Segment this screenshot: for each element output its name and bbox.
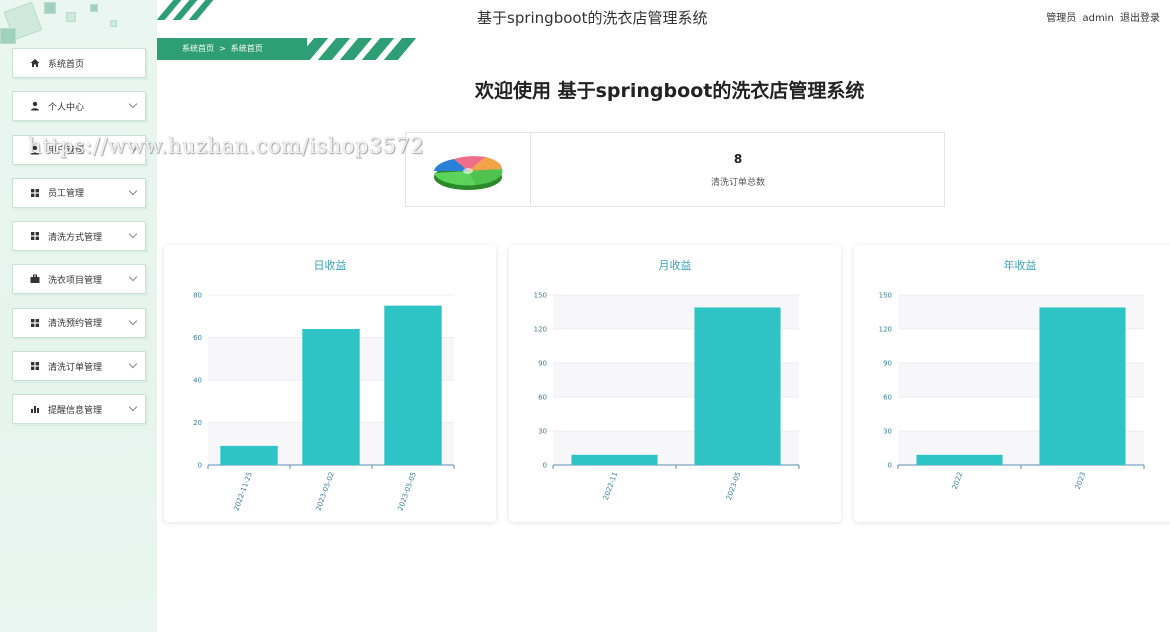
chevron-down-icon xyxy=(128,186,138,196)
sidebar-item-8[interactable]: 清洗订单管理 xyxy=(12,351,146,382)
sidebar-item-label: 清洗预约管理 xyxy=(48,319,103,330)
system-title: 基于springboot的洗衣店管理系统 xyxy=(477,9,708,27)
x-tick-label: 2022 xyxy=(951,471,965,490)
y-tick-label: 60 xyxy=(883,394,892,402)
grid-icon xyxy=(29,230,41,242)
chevron-down-icon xyxy=(128,229,138,239)
y-tick-label: 60 xyxy=(538,394,547,402)
sidebar-menu: 系统首页 个人中心 用户管理 员工管理 清洗方式管理 洗衣项目管理 清洗预约管理 清洗订单管理… xyxy=(12,48,146,438)
y-tick-label: 120 xyxy=(534,326,547,334)
sidebar-item-label: 洗衣项目管理 xyxy=(48,275,103,286)
sidebar-item-4[interactable]: 员工管理 xyxy=(12,177,146,208)
y-tick-label: 30 xyxy=(538,428,547,436)
grid-icon xyxy=(29,360,41,372)
bar xyxy=(220,445,278,465)
chart-title: 日收益 xyxy=(314,258,347,272)
breadcrumb-home[interactable]: 系统首页 xyxy=(182,44,214,53)
sidebar: 系统首页 个人中心 用户管理 员工管理 清洗方式管理 洗衣项目管理 清洗预约管理 清洗订单管理… xyxy=(0,0,157,632)
y-tick-label: 120 xyxy=(879,326,892,334)
logout-button[interactable]: 退出登录 xyxy=(1120,13,1160,24)
bar xyxy=(571,454,658,465)
y-tick-label: 150 xyxy=(879,292,892,300)
y-tick-label: 30 xyxy=(883,428,892,436)
x-tick-label: 2023-05-02 xyxy=(314,471,335,512)
y-tick-label: 0 xyxy=(543,462,547,470)
sidebar-item-9[interactable]: 提醒信息管理 xyxy=(12,394,146,425)
x-tick-label: 2022-11 xyxy=(602,471,620,501)
x-tick-label: 2023-05 xyxy=(725,471,743,501)
bar xyxy=(384,305,442,465)
yearly-revenue-chart: 年收益 0 30 60 90 120 150 2022 2023 xyxy=(854,245,1170,522)
chevron-down-icon xyxy=(128,359,138,369)
stat-icon-cell xyxy=(406,133,531,206)
y-tick-label: 0 xyxy=(198,462,202,470)
bar xyxy=(694,307,781,465)
y-tick-label: 80 xyxy=(193,292,202,300)
home-icon xyxy=(29,57,41,69)
breadcrumb-current: 系统首页 xyxy=(230,44,263,53)
chart-title: 月收益 xyxy=(659,258,692,272)
sidebar-item-label: 系统首页 xyxy=(48,59,85,70)
sidebar-item-6[interactable]: 洗衣项目管理 xyxy=(12,264,146,295)
sidebar-item-label: 清洗订单管理 xyxy=(48,362,103,373)
chevron-down-icon xyxy=(128,100,138,109)
sidebar-item-1[interactable]: 系统首页 xyxy=(12,48,146,78)
bar xyxy=(1039,307,1126,465)
sidebar-item-label: 清洗方式管理 xyxy=(48,232,103,243)
y-tick-label: 60 xyxy=(193,334,202,342)
sidebar-item-2[interactable]: 个人中心 xyxy=(12,91,146,122)
bar xyxy=(302,329,360,465)
welcome-heading: 欢迎使用 基于springboot的洗衣店管理系统 xyxy=(475,80,865,102)
x-tick-label: 2023-05-05 xyxy=(396,471,417,512)
daily-revenue-chart: 日收益 0 20 40 60 80 2022-11-25 2023-05-02 2023-05-… xyxy=(164,245,496,522)
watermark: https://www.huzhan.com/ishop3572 xyxy=(28,134,425,158)
order-count-card: 8 清洗订单总数 xyxy=(405,132,945,207)
y-tick-label: 20 xyxy=(193,419,202,427)
breadcrumb-separator: > xyxy=(219,44,226,53)
sidebar-item-7[interactable]: 清洗预约管理 xyxy=(12,307,146,338)
header-decoration xyxy=(157,0,227,20)
chevron-down-icon xyxy=(128,273,138,282)
x-tick-label: 2022-11-25 xyxy=(232,471,253,512)
y-tick-label: 150 xyxy=(534,292,547,300)
sidebar-item-label: 提醒信息管理 xyxy=(48,405,103,416)
grid-icon xyxy=(29,187,41,199)
chart-title: 年收益 xyxy=(1004,258,1037,272)
sidebar-item-5[interactable]: 清洗方式管理 xyxy=(12,221,146,252)
order-count-label: 清洗订单总数 xyxy=(710,178,765,188)
y-tick-label: 90 xyxy=(538,360,547,368)
y-tick-label: 0 xyxy=(888,462,892,470)
monthly-revenue-chart: 月收益 0 30 60 90 120 150 2022-11 2023-05 xyxy=(509,245,841,522)
y-tick-label: 90 xyxy=(883,360,892,368)
user-info: 管理员 admin 退出登录 xyxy=(1043,9,1160,24)
bar-chart-svg: 日收益 0 20 40 60 80 2022-11-25 2023-05-02 2023-05-… xyxy=(193,258,455,512)
sidebar-item-label: 员工管理 xyxy=(48,189,85,200)
order-count-value: 8 xyxy=(733,152,743,166)
bar-chart-icon xyxy=(29,403,41,415)
x-tick-label: 2023 xyxy=(1074,471,1088,490)
username: admin xyxy=(1082,13,1114,24)
bar-chart-svg: 月收益 0 30 60 90 120 150 2022-11 2023-05 xyxy=(534,258,800,501)
breadcrumb: 系统首页 > 系统首页 xyxy=(182,43,263,54)
chevron-down-icon xyxy=(128,316,138,326)
y-tick-label: 40 xyxy=(193,377,202,385)
top-header: 基于springboot的洗衣店管理系统 管理员 admin 退出登录 xyxy=(157,0,1170,36)
sidebar-item-label: 个人中心 xyxy=(48,102,85,113)
bar-chart-svg: 年收益 0 30 60 90 120 150 2022 2023 xyxy=(879,258,1145,490)
sidebar-decoration xyxy=(0,0,157,48)
briefcase-icon xyxy=(29,273,41,285)
user-icon xyxy=(29,100,41,112)
pie-chart-icon xyxy=(434,156,503,190)
user-role: 管理员 xyxy=(1046,13,1077,24)
grid-icon xyxy=(29,317,41,329)
bar xyxy=(916,454,1003,465)
chevron-down-icon xyxy=(128,403,138,412)
